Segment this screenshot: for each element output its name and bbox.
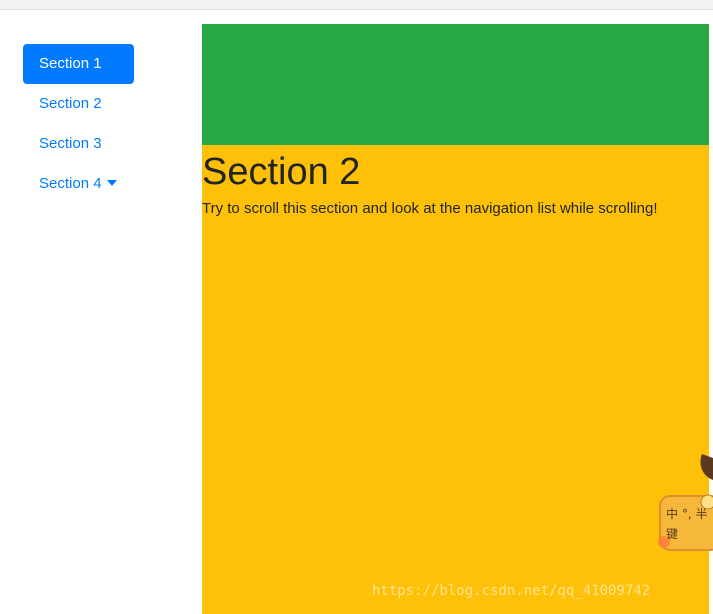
browser-top-strip bbox=[0, 0, 713, 10]
nav-item-section-1[interactable]: Section 1 bbox=[23, 44, 134, 84]
nav-item-section-4-dropdown[interactable]: Section 4 bbox=[23, 164, 134, 204]
section-2-block: Section 2 Try to scroll this section and… bbox=[202, 145, 709, 614]
mascot-label: 中 °, 半 键 bbox=[666, 507, 708, 541]
section-1-block bbox=[202, 24, 709, 145]
ime-mascot-widget[interactable]: 中 °, 半 键 bbox=[658, 450, 713, 554]
nav-item-section-2[interactable]: Section 2 bbox=[23, 84, 134, 124]
caret-down-icon bbox=[106, 180, 117, 186]
section-2-text: Try to scroll this section and look at t… bbox=[202, 200, 658, 217]
nav-item-label: Section 3 bbox=[39, 135, 102, 152]
nav-item-label: Section 2 bbox=[39, 95, 102, 112]
watermark-text: https://blog.csdn.net/qq_41009742 bbox=[372, 583, 651, 599]
nav-item-label: Section 1 bbox=[39, 55, 102, 72]
nav-item-label: Section 4 bbox=[39, 175, 102, 192]
scroll-content[interactable]: Section 2 Try to scroll this section and… bbox=[202, 24, 709, 614]
nav-item-section-3[interactable]: Section 3 bbox=[23, 124, 134, 164]
section-2-heading: Section 2 bbox=[202, 151, 361, 193]
scrollspy-nav: Section 1 Section 2 Section 3 Section 4 bbox=[23, 44, 134, 204]
